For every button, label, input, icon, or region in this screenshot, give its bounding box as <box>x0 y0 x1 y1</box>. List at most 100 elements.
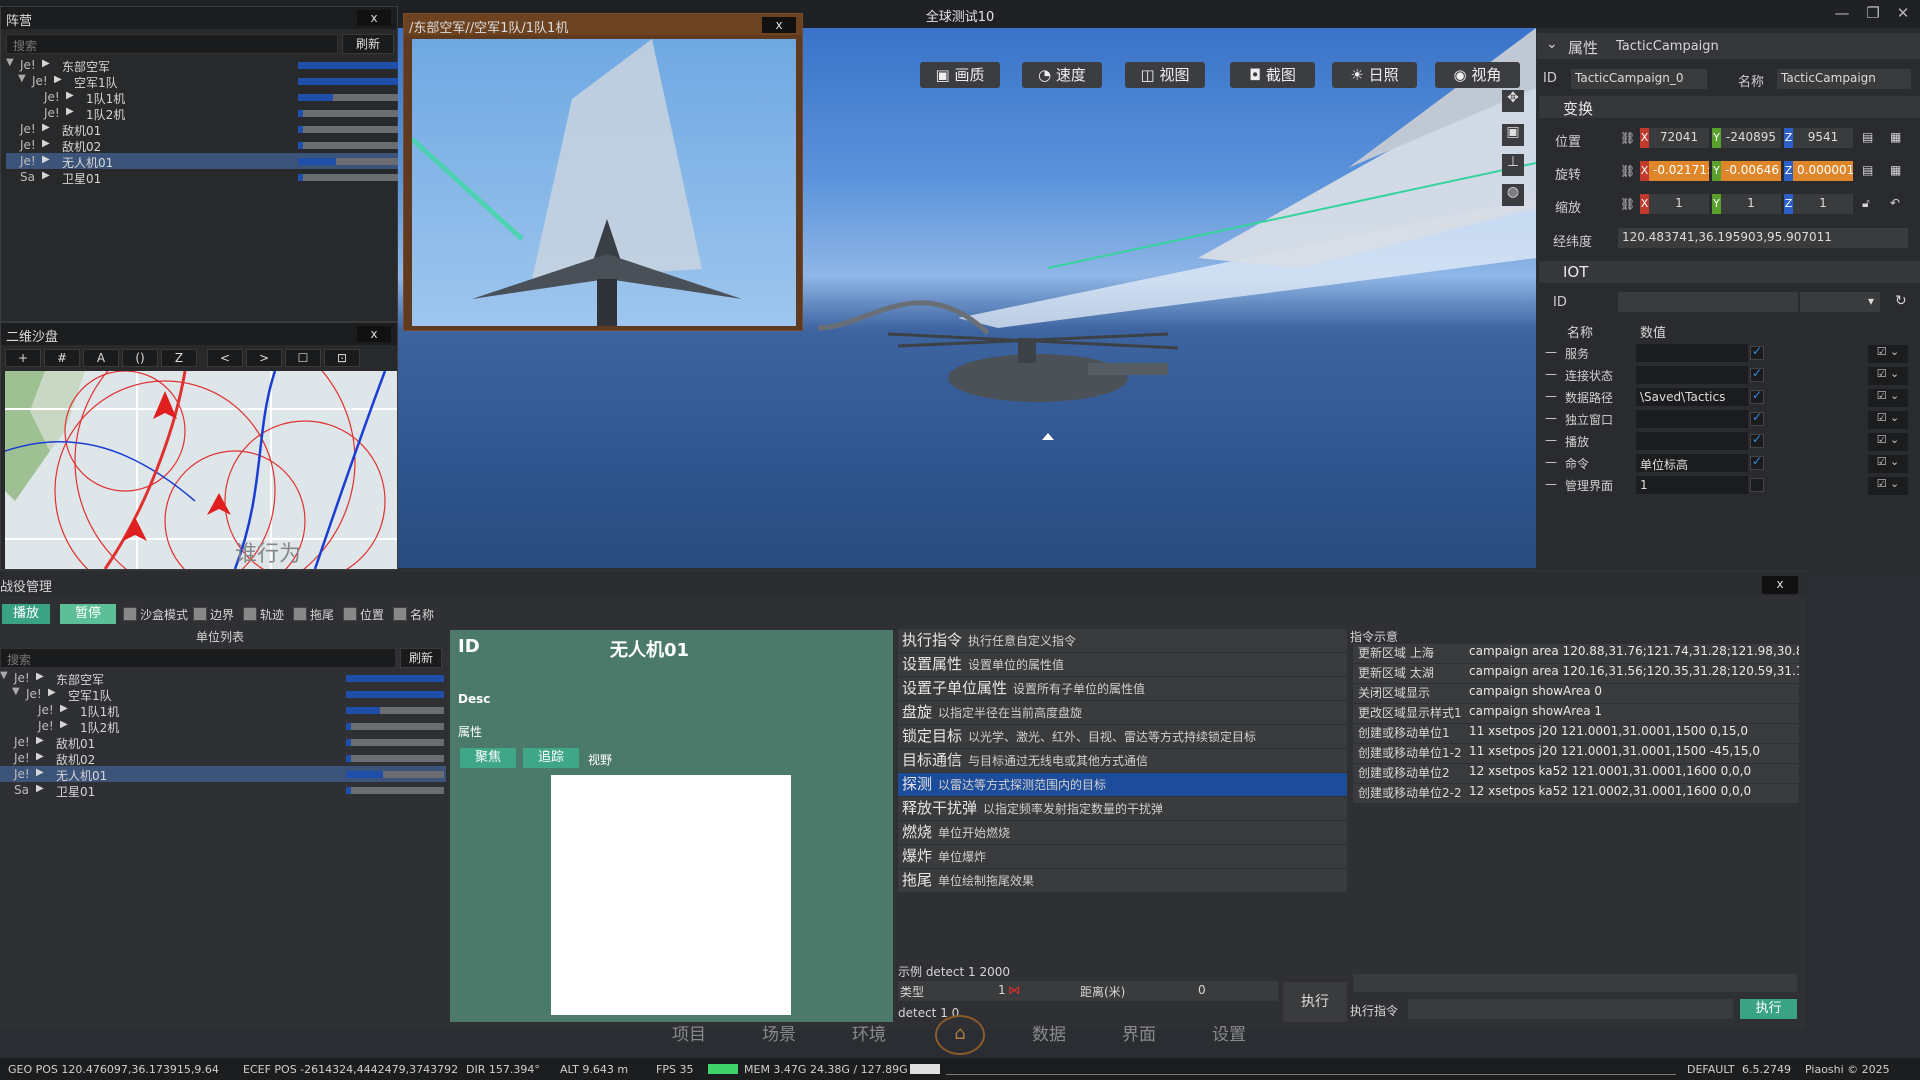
iot-row-checkbox[interactable] <box>1750 410 1764 426</box>
play-icon[interactable]: ▶ <box>36 767 44 778</box>
tree-row[interactable]: ▼ Je! ▶ 东部空军 <box>0 670 446 687</box>
iot-row-checkbox[interactable] <box>1750 432 1764 448</box>
tree-row[interactable]: Je! ▶ 敌机01 <box>6 121 398 138</box>
toolbar-sunlight-button[interactable]: ☀ 日照 <box>1332 62 1417 88</box>
play-button[interactable]: 播放 <box>2 604 50 624</box>
tree-row[interactable]: Je! ▶ 无人机01 <box>6 153 398 170</box>
hint-row[interactable]: 创建或移动单位1-2 11 xsetpos j20 121.0001,31.000… <box>1353 744 1799 763</box>
cube-icon[interactable]: ▣ <box>1502 124 1524 146</box>
nav-tab[interactable]: 项目 <box>672 1020 706 1045</box>
sandbox-tool-button[interactable]: # <box>44 349 80 367</box>
iot-row-options[interactable]: ☑ ⌄ <box>1868 455 1908 473</box>
param-dist-value[interactable]: 0 <box>1198 983 1206 997</box>
expand-icon[interactable]: ▼ <box>6 57 14 68</box>
link-icon[interactable]: ⛓ <box>1620 197 1635 211</box>
link-icon[interactable]: ⛓ <box>1620 131 1635 145</box>
hint-row[interactable]: 更新区域 上海 campaign area 120.88,31.76;121.74… <box>1353 644 1799 663</box>
play-icon[interactable]: ▶ <box>42 122 50 133</box>
close-icon[interactable]: ✕ <box>1890 4 1916 22</box>
iot-row-options[interactable]: ☑ ⌄ <box>1868 345 1908 363</box>
transform-y-field[interactable]: -0.00646 <box>1721 161 1781 181</box>
iot-row-options[interactable]: ☑ ⌄ <box>1868 367 1908 385</box>
camp-search-input[interactable]: 搜索 <box>6 34 338 54</box>
transform-x-field[interactable]: 72041 <box>1649 128 1709 148</box>
iot-row-value[interactable] <box>1636 410 1748 428</box>
tree-row[interactable]: Je! ▶ 1队2机 <box>0 718 446 735</box>
transform-y-field[interactable]: 1 <box>1721 194 1781 214</box>
iot-row-checkbox[interactable] <box>1750 454 1764 470</box>
transform-x-field[interactable]: 1 <box>1649 194 1709 214</box>
pip-close-button[interactable]: x <box>762 17 796 33</box>
iot-row-value[interactable]: 单位标高 <box>1636 454 1748 472</box>
camp-close-button[interactable]: x <box>357 10 391 26</box>
tree-row[interactable]: Sa ▶ 卫星01 <box>0 782 446 799</box>
nav-tab[interactable]: 界面 <box>1122 1020 1156 1045</box>
command-item[interactable]: 探测 以雷达等方式探测范围内的目标 <box>898 773 1347 796</box>
tree-row[interactable]: Je! ▶ 1队2机 <box>6 105 398 122</box>
sandbox-tool-button[interactable]: ⊡ <box>324 349 360 367</box>
option-checkbox[interactable] <box>343 607 357 621</box>
refresh-icon[interactable]: ↻ <box>1895 293 1907 309</box>
play-icon[interactable]: ▶ <box>60 719 68 730</box>
remove-icon[interactable]: — <box>1545 389 1557 403</box>
nav-tab[interactable]: 设置 <box>1212 1020 1246 1045</box>
option-checkbox[interactable] <box>193 607 207 621</box>
name-field[interactable]: TacticCampaign <box>1777 69 1911 89</box>
battle-close-button[interactable]: x <box>1762 576 1798 594</box>
collapse-icon[interactable]: ⌄ <box>1546 36 1558 52</box>
nav-tab[interactable]: 数据 <box>1032 1020 1066 1045</box>
transform-z-field[interactable]: 1 <box>1793 194 1853 214</box>
timeline-ruler[interactable] <box>946 1061 1676 1075</box>
tree-row[interactable]: Je! ▶ 无人机01 <box>0 766 446 783</box>
remove-icon[interactable]: — <box>1545 477 1557 491</box>
iot-row-checkbox[interactable] <box>1750 344 1764 360</box>
iot-row-checkbox[interactable] <box>1750 478 1764 492</box>
hint-row[interactable]: 关闭区域显示 campaign showArea 0 <box>1353 684 1799 703</box>
remove-icon[interactable]: — <box>1545 411 1557 425</box>
command-item[interactable]: 盘旋 以指定半径在当前高度盘旋 <box>898 701 1347 724</box>
sandbox-tool-button[interactable]: A <box>83 349 119 367</box>
command-item[interactable]: 锁定目标 以光学、激光、红外、目视、雷达等方式持续锁定目标 <box>898 725 1347 748</box>
play-icon[interactable]: ▶ <box>54 74 62 85</box>
axis-icon[interactable]: ⊥ <box>1502 154 1524 176</box>
id-field[interactable]: TacticCampaign_0 <box>1571 69 1707 89</box>
play-icon[interactable]: ▶ <box>66 106 74 117</box>
home-icon[interactable]: ⌂ <box>935 1015 985 1055</box>
sandbox-tool-button[interactable]: () <box>122 349 158 367</box>
remove-icon[interactable]: — <box>1545 433 1557 447</box>
option-checkbox[interactable] <box>293 607 307 621</box>
unit-search-input[interactable]: 搜索 <box>0 648 396 668</box>
sandbox-map[interactable]: 谁行为 <box>5 371 397 569</box>
play-icon[interactable]: ▶ <box>36 751 44 762</box>
command-item[interactable]: 拖尾 单位绘制拖尾效果 <box>898 869 1347 892</box>
hint-row[interactable]: 创建或移动单位2 12 xsetpos ka52 121.0001,31.0001… <box>1353 764 1799 783</box>
toolbar-quality-button[interactable]: ▣ 画质 <box>920 62 1000 88</box>
camp-refresh-button[interactable]: 刷新 <box>342 34 394 54</box>
toolbar-screenshot-button[interactable]: ◘ 截图 <box>1230 62 1315 88</box>
play-icon[interactable]: ▶ <box>36 783 44 794</box>
transform-z-field[interactable]: 9541 <box>1793 128 1853 148</box>
iot-row-options[interactable]: ☑ ⌄ <box>1868 433 1908 451</box>
tree-row[interactable]: ▼ Je! ▶ 空军1队 <box>0 686 446 703</box>
play-icon[interactable]: ▶ <box>48 687 56 698</box>
iot-id-dropdown[interactable]: ▾ <box>1800 292 1880 312</box>
command-item[interactable]: 燃烧 单位开始燃烧 <box>898 821 1347 844</box>
copy-icon[interactable]: ▤ <box>1862 130 1873 144</box>
exec-cmd-input[interactable] <box>1408 999 1733 1019</box>
lonlat-field[interactable]: 120.483741,36.195903,95.907011 <box>1618 228 1908 248</box>
option-checkbox[interactable] <box>243 607 257 621</box>
iot-section[interactable]: IOT <box>1539 261 1920 283</box>
sandbox-tool-button[interactable]: + <box>5 349 41 367</box>
iot-row-value[interactable]: \Saved\Tactics <box>1636 388 1748 406</box>
hint-row[interactable]: 创建或移动单位1 11 xsetpos j20 121.0001,31.0001,… <box>1353 724 1799 743</box>
play-icon[interactable]: ▶ <box>66 90 74 101</box>
exec-cmd-button[interactable]: 执行 <box>1740 999 1797 1019</box>
focus-button[interactable]: 聚焦 <box>460 748 516 768</box>
copy-icon[interactable]: ▤ <box>1862 163 1873 177</box>
sandbox-tool-button[interactable]: Z <box>161 349 197 367</box>
option-checkbox[interactable] <box>393 607 407 621</box>
minimize-icon[interactable]: — <box>1829 4 1855 22</box>
tree-row[interactable]: Je! ▶ 敌机02 <box>0 750 446 767</box>
link-icon[interactable]: ⛓ <box>1620 164 1635 178</box>
tree-row[interactable]: Je! ▶ 敌机01 <box>0 734 446 751</box>
